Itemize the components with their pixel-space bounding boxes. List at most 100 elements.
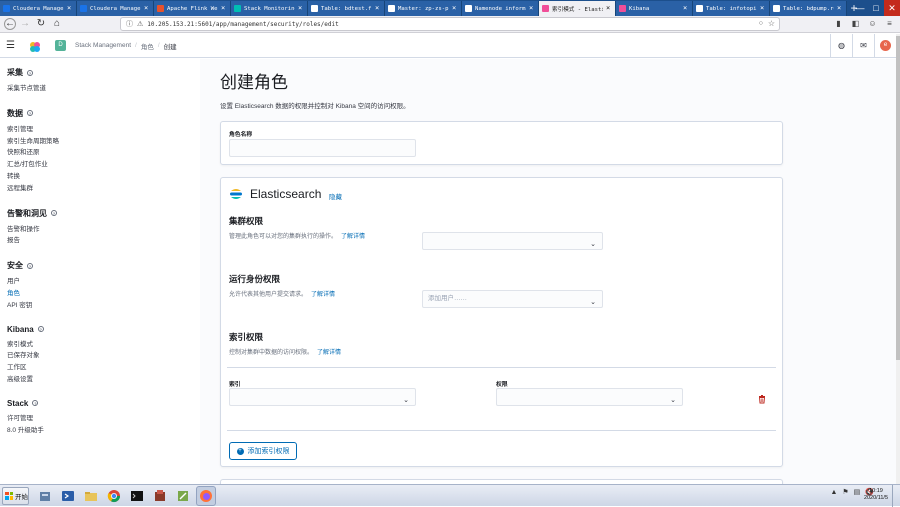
hide-link[interactable]: 隐藏 [329, 191, 342, 201]
minimize-icon[interactable]: — [852, 0, 868, 16]
browser-tab[interactable]: Table: bdpump.reg_s× [770, 1, 847, 16]
flag-icon[interactable]: ⚑ [842, 488, 848, 496]
url-bar[interactable]: ⓘ ⚠ 10.205.153.21:5601/app/management/se… [120, 17, 780, 31]
sidebar-item[interactable]: 索引生命周期策略 [7, 136, 200, 148]
archive-app-icon[interactable] [150, 486, 170, 506]
tab-close-icon[interactable]: × [683, 5, 689, 12]
sidebar-item[interactable]: 高级设置 [7, 374, 200, 386]
question-icon[interactable]: ? [27, 69, 33, 76]
avatar[interactable]: e [880, 40, 891, 52]
sidebar-item[interactable]: API 密钥 [7, 300, 200, 312]
question-icon[interactable]: ? [37, 326, 44, 333]
server-manager-icon[interactable] [35, 486, 55, 506]
sidebar-item[interactable]: 8.0 升级助手 [7, 425, 200, 437]
indices-select[interactable]: ⌄ [229, 388, 416, 406]
tab-close-icon[interactable]: × [760, 5, 766, 12]
sidebar-item[interactable]: 转换 [7, 171, 200, 183]
home-icon[interactable]: ⌂ [50, 17, 64, 31]
system-clock[interactable]: 10:19 2020/11/5 [864, 488, 888, 502]
tab-close-icon[interactable]: × [298, 5, 304, 12]
cluster-privileges-select[interactable]: ⌄ [422, 232, 603, 250]
url-text[interactable]: 10.205.153.21:5601/app/management/securi… [147, 21, 338, 28]
question-icon[interactable]: ? [27, 262, 33, 269]
sidebar-item[interactable]: 告警和操作 [7, 224, 200, 236]
question-icon[interactable]: ? [51, 210, 57, 217]
role-name-input[interactable] [229, 139, 416, 157]
tool-app-icon[interactable] [173, 486, 193, 506]
network-icon[interactable]: ▤ [854, 488, 861, 496]
sidebar-item[interactable]: 索引管理 [7, 124, 200, 136]
run-as-learn-more-link[interactable]: 了解详情 [311, 292, 335, 298]
browser-tab[interactable]: Kibana × [616, 1, 693, 16]
sidebar-item[interactable]: 用户 [7, 276, 200, 288]
show-desktop-button[interactable] [892, 485, 900, 507]
browser-tab[interactable]: Table: infotopic.bd_× [693, 1, 770, 16]
help-icon[interactable]: ◍ [830, 34, 852, 58]
tab-label: Master: zp-zs-prd-h [398, 5, 449, 12]
breadcrumb-roles[interactable]: 角色 [141, 41, 154, 51]
library-icon[interactable]: ▮ [832, 17, 845, 31]
newsfeed-icon[interactable]: ✉ [852, 34, 874, 58]
delete-trash-icon[interactable] [757, 391, 767, 404]
sidebar-item[interactable]: 角色 [7, 288, 200, 300]
sidebar-item[interactable]: 许可管理 [7, 413, 200, 425]
tab-close-icon[interactable]: × [837, 5, 843, 12]
elastic-logo-icon[interactable] [29, 40, 41, 52]
info-icon[interactable]: ⓘ [126, 19, 133, 29]
menu-icon[interactable]: ☰ [6, 40, 16, 51]
account-icon[interactable]: ☺ [866, 17, 879, 31]
back-icon[interactable]: ← [4, 18, 16, 30]
sidenav-group-label: Kibana [7, 324, 34, 334]
sidebar-item[interactable]: 汇总/打包作业 [7, 159, 200, 171]
privileges-select[interactable]: ⌄ [496, 388, 683, 406]
tab-close-icon[interactable]: × [452, 5, 458, 12]
powershell-icon[interactable] [58, 486, 78, 506]
tab-close-icon[interactable]: × [221, 5, 227, 12]
sidebar-item[interactable]: 采集节点管道 [7, 83, 200, 95]
user-menu[interactable]: e [874, 34, 896, 58]
space-avatar[interactable]: D [55, 40, 66, 51]
plus-icon: + [236, 447, 244, 455]
browser-tab[interactable]: Master: zp-zs-prd-h× [385, 1, 462, 16]
tab-close-icon[interactable]: × [529, 5, 535, 12]
breadcrumb-stack-management[interactable]: Stack Management [75, 42, 131, 49]
browser-tab[interactable]: Cloudera Manager × [0, 1, 77, 16]
firefox-icon[interactable] [196, 485, 216, 506]
tab-close-icon[interactable]: × [606, 5, 612, 12]
sidebar-item[interactable]: 快照和还原 [7, 147, 200, 159]
sidebar-item[interactable]: 索引模式 [7, 339, 200, 351]
sidebar-item[interactable]: 远程集群 [7, 183, 200, 195]
browser-tab[interactable]: Apache Flink Web × [154, 1, 231, 16]
hamburger-menu-icon[interactable]: ≡ [883, 17, 896, 31]
tab-close-icon[interactable]: × [375, 5, 381, 12]
reload-icon[interactable]: ↻ [34, 17, 48, 31]
browser-tab[interactable]: Stack Monitoring × [231, 1, 308, 16]
chrome-icon[interactable] [104, 486, 124, 506]
sidebar-item[interactable]: 报告 [7, 235, 200, 247]
question-icon[interactable]: ? [32, 400, 39, 407]
pocket-icon[interactable]: ○ [759, 18, 763, 30]
browser-tab[interactable]: Namenode information× [462, 1, 539, 16]
file-explorer-icon[interactable] [81, 486, 101, 506]
sidebar-item[interactable]: 已保存对象 [7, 350, 200, 362]
sidebar-icon[interactable]: ◧ [849, 17, 862, 31]
run-as-user-select[interactable]: 添加用户…… ⌄ [422, 290, 603, 308]
browser-tab[interactable]: Table: bdtest.fund_i× [308, 1, 385, 16]
sidebar-item[interactable]: 工作区 [7, 362, 200, 374]
cluster-learn-more-link[interactable]: 了解详情 [341, 234, 365, 240]
forward-icon[interactable]: → [18, 17, 32, 31]
close-window-icon[interactable]: ✕ [884, 0, 900, 16]
command-prompt-icon[interactable] [127, 486, 147, 506]
start-button[interactable]: 开始 [2, 486, 29, 505]
browser-tab[interactable]: 索引模式 - Elastic × [539, 1, 616, 16]
tray-expand-icon[interactable]: ▲ [830, 489, 837, 496]
page-scrollbar-thumb[interactable] [896, 36, 900, 360]
tab-close-icon[interactable]: × [67, 5, 73, 12]
index-learn-more-link[interactable]: 了解详情 [317, 350, 341, 356]
tab-close-icon[interactable]: × [144, 5, 150, 12]
bookmark-star-icon[interactable]: ☆ [768, 18, 775, 30]
browser-tab[interactable]: Cloudera Manager × [77, 1, 154, 16]
add-index-privilege-button[interactable]: + 添加索引权限 [229, 442, 297, 460]
maximize-icon[interactable]: □ [868, 0, 884, 16]
question-icon[interactable]: ? [27, 110, 33, 117]
